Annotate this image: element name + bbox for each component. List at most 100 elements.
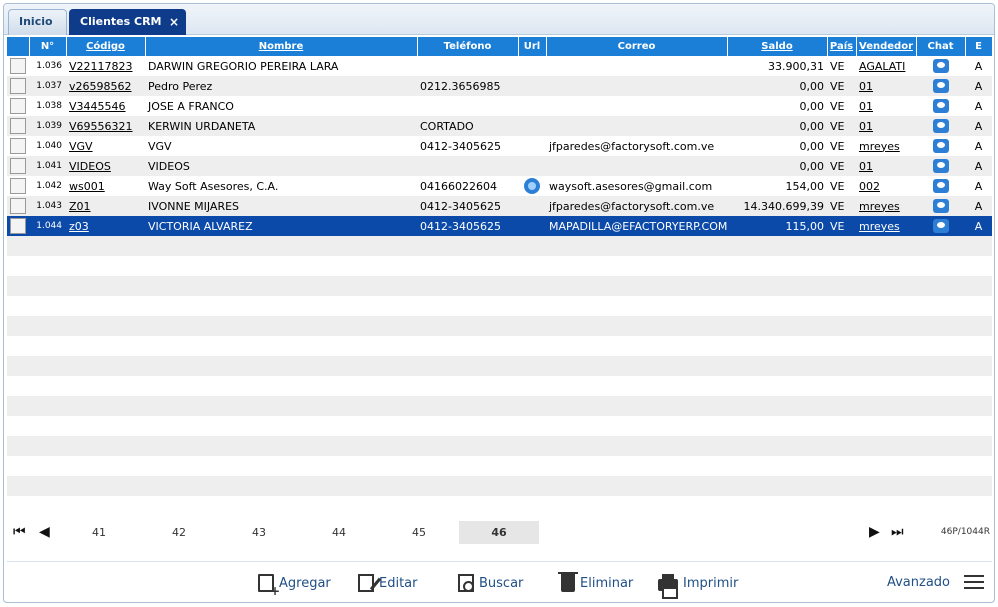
cell-vendedor[interactable]: 002 xyxy=(856,176,916,196)
chat-icon[interactable] xyxy=(932,159,949,173)
cell-chat[interactable] xyxy=(916,216,965,236)
header-nombre[interactable]: Nombre xyxy=(145,37,418,56)
cell-vendedor[interactable]: mreyes xyxy=(856,136,916,156)
codigo-link[interactable]: VIDEOS xyxy=(69,160,111,173)
header-vendedor[interactable]: Vendedor xyxy=(856,37,917,56)
table-row[interactable]: 1.040 VGV VGV 0412-3405625 jfparedes@factory… xyxy=(7,136,992,156)
chat-icon[interactable] xyxy=(932,219,949,233)
tab-inicio[interactable]: Inicio xyxy=(8,9,67,35)
search-button[interactable]: Buscar xyxy=(458,572,523,594)
chat-icon[interactable] xyxy=(932,99,949,113)
chat-icon[interactable] xyxy=(932,199,949,213)
page-41[interactable]: 41 xyxy=(59,521,139,544)
chat-icon[interactable] xyxy=(932,119,949,133)
cell-codigo[interactable]: ws001 xyxy=(66,176,145,196)
vendedor-link[interactable]: mreyes xyxy=(859,220,900,233)
cell-vendedor[interactable]: mreyes xyxy=(856,216,916,236)
cell-vendedor[interactable]: 01 xyxy=(856,116,916,136)
chat-icon[interactable] xyxy=(932,59,949,73)
cell-codigo[interactable]: v26598562 xyxy=(66,76,145,96)
cell-chat[interactable] xyxy=(916,96,965,116)
advanced-button[interactable]: Avanzado xyxy=(887,575,950,590)
checkbox[interactable] xyxy=(10,178,26,194)
table-row[interactable]: 1.036 V22117823 DARWIN GREGORIO PEREIRA LA… xyxy=(7,56,992,76)
row-select[interactable] xyxy=(7,76,29,96)
menu-icon[interactable] xyxy=(964,575,984,589)
row-select[interactable] xyxy=(7,116,29,136)
row-select[interactable] xyxy=(7,96,29,116)
table-row[interactable]: 1.042 ws001 Way Soft Asesores, C.A. 0416602… xyxy=(7,176,992,196)
next-page-icon[interactable]: ▶ xyxy=(869,525,880,539)
checkbox[interactable] xyxy=(10,58,26,74)
cell-codigo[interactable]: V22117823 xyxy=(66,56,145,76)
tab-clientes-crm[interactable]: Clientes CRM × xyxy=(69,9,186,35)
codigo-link[interactable]: VGV xyxy=(69,140,93,153)
vendedor-link[interactable]: mreyes xyxy=(859,200,900,213)
cell-vendedor[interactable]: 01 xyxy=(856,76,916,96)
chat-icon[interactable] xyxy=(932,139,949,153)
page-44[interactable]: 44 xyxy=(299,521,379,544)
cell-chat[interactable] xyxy=(916,136,965,156)
page-42[interactable]: 42 xyxy=(139,521,219,544)
prev-page-icon[interactable]: ◀ xyxy=(39,525,50,539)
header-saldo[interactable]: Saldo xyxy=(727,37,828,56)
cell-chat[interactable] xyxy=(916,176,965,196)
page-43[interactable]: 43 xyxy=(219,521,299,544)
cell-codigo[interactable]: V69556321 xyxy=(66,116,145,136)
add-button[interactable]: Agregar xyxy=(258,572,331,598)
codigo-link[interactable]: v26598562 xyxy=(69,80,132,93)
header-pais[interactable]: País xyxy=(827,37,857,56)
row-select[interactable] xyxy=(7,196,29,216)
cell-codigo[interactable]: z03 xyxy=(66,216,145,236)
vendedor-link[interactable]: 002 xyxy=(859,180,880,193)
table-row[interactable]: 1.044 z03 VICTORIA ALVAREZ 0412-3405625 MAPA… xyxy=(7,216,992,236)
cell-codigo[interactable]: VGV xyxy=(66,136,145,156)
edit-button[interactable]: Editar xyxy=(358,572,418,594)
checkbox[interactable] xyxy=(10,158,26,174)
page-45[interactable]: 45 xyxy=(379,521,459,544)
row-select[interactable] xyxy=(7,136,29,156)
codigo-link[interactable]: V3445546 xyxy=(69,100,126,113)
first-page-icon[interactable]: ⏮ xyxy=(13,525,26,539)
codigo-link[interactable]: V22117823 xyxy=(69,60,133,73)
print-button[interactable]: Imprimir xyxy=(658,572,738,599)
cell-url[interactable] xyxy=(518,176,546,196)
checkbox[interactable] xyxy=(10,98,26,114)
cell-chat[interactable] xyxy=(916,196,965,216)
row-select[interactable] xyxy=(7,56,29,76)
cell-chat[interactable] xyxy=(916,156,965,176)
close-icon[interactable]: × xyxy=(169,10,179,34)
vendedor-link[interactable]: 01 xyxy=(859,160,873,173)
table-row[interactable]: 1.038 V3445546 JOSE A FRANCO 0,00 VE 01 A xyxy=(7,96,992,116)
cell-vendedor[interactable]: mreyes xyxy=(856,196,916,216)
chat-icon[interactable] xyxy=(932,79,949,93)
cell-chat[interactable] xyxy=(916,76,965,96)
cell-codigo[interactable]: Z01 xyxy=(66,196,145,216)
table-row[interactable]: 1.037 v26598562 Pedro Perez 0212.3656985 0,0… xyxy=(7,76,992,96)
table-row[interactable]: 1.043 Z01 IVONNE MIJARES 0412-3405625 jfpare… xyxy=(7,196,992,216)
codigo-link[interactable]: z03 xyxy=(69,220,89,233)
cell-vendedor[interactable]: AGALATI xyxy=(856,56,916,76)
cell-vendedor[interactable]: 01 xyxy=(856,156,916,176)
checkbox[interactable] xyxy=(10,218,26,234)
vendedor-link[interactable]: AGALATI xyxy=(859,60,905,73)
vendedor-link[interactable]: 01 xyxy=(859,80,873,93)
cell-vendedor[interactable]: 01 xyxy=(856,96,916,116)
codigo-link[interactable]: Z01 xyxy=(69,200,91,213)
cell-chat[interactable] xyxy=(916,116,965,136)
delete-button[interactable]: Eliminar xyxy=(558,572,633,594)
codigo-link[interactable]: V69556321 xyxy=(69,120,133,133)
vendedor-link[interactable]: mreyes xyxy=(859,140,900,153)
codigo-link[interactable]: ws001 xyxy=(69,180,105,193)
checkbox[interactable] xyxy=(10,78,26,94)
vendedor-link[interactable]: 01 xyxy=(859,100,873,113)
checkbox[interactable] xyxy=(10,138,26,154)
checkbox[interactable] xyxy=(10,198,26,214)
cell-codigo[interactable]: VIDEOS xyxy=(66,156,145,176)
table-row[interactable]: 1.039 V69556321 KERWIN URDANETA CORTADO 0,00… xyxy=(7,116,992,136)
last-page-icon[interactable]: ⏭ xyxy=(891,525,904,539)
chat-icon[interactable] xyxy=(932,179,949,193)
row-select[interactable] xyxy=(7,176,29,196)
cell-codigo[interactable]: V3445546 xyxy=(66,96,145,116)
cell-chat[interactable] xyxy=(916,56,965,76)
